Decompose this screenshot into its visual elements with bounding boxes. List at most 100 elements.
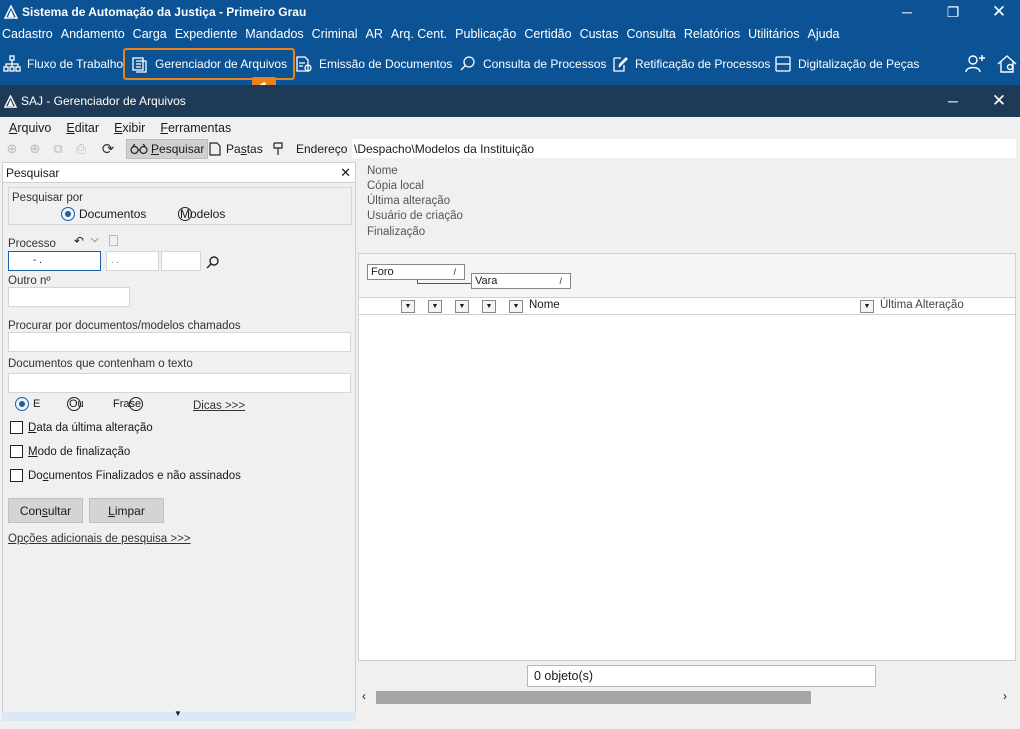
endereco-field[interactable]: \Despacho\Modelos da Instituição [352,139,1016,158]
pin-icon[interactable] [272,142,284,156]
menu-consulta[interactable]: Consulta [626,27,675,41]
folders-icon [209,142,221,156]
column-filter-2-icon[interactable]: ▼ [428,300,442,313]
new-document-icon[interactable]: ⊕ [4,141,20,157]
gerenciador-arquivos-button[interactable]: Gerenciador de Arquivos [123,48,296,80]
menu-cadastro[interactable]: Cadastro [2,27,53,41]
checkbox-data-ultima-label: Data da última alteração [28,422,153,434]
menu-andamento[interactable]: Andamento [61,27,125,41]
duplicate-icon[interactable]: ⧉ [50,141,66,157]
column-filter-4-icon[interactable]: ▼ [482,300,496,313]
menu-relatorios[interactable]: Relatórios [684,27,740,41]
column-filter-ultima-icon[interactable]: ▼ [860,300,874,313]
digitalizacao-pecas-button[interactable]: Digitalização de Peças [774,50,919,78]
opcoes-adicionais-link[interactable]: Opções adicionais de pesquisa >>> [8,533,191,545]
processo-label: Processo [8,238,56,250]
emissao-documentos-button[interactable]: Emissão de Documentos [295,50,452,78]
minimize-button[interactable]: ─ [884,0,930,24]
menu-custas[interactable]: Custas [580,27,619,41]
processo-field-2[interactable]: . . [106,251,159,271]
group-foro[interactable]: Foro / [367,264,465,280]
pesquisar-toggle-button[interactable]: Pesquisar [126,139,209,159]
window-close-button[interactable]: ✕ [976,89,1020,113]
fluxo-trabalho-label: Fluxo de Trabalho [27,57,124,71]
menu-utilitarios[interactable]: Utilitários [748,27,799,41]
menu-carga[interactable]: Carga [133,27,167,41]
contenham-field[interactable] [8,373,351,393]
clipboard-icon[interactable] [109,235,118,246]
group-vara[interactable]: Vara / [471,273,571,289]
consultar-button[interactable]: Con s ultar [8,498,83,523]
document-emission-icon [296,56,312,72]
column-ultima-alteracao[interactable]: Última Alteração [880,299,964,311]
horizontal-scrollbar[interactable]: ‹ › [358,689,1016,705]
user-button[interactable] [964,50,992,78]
checkbox-finalizados[interactable] [10,469,23,482]
processo-field-3[interactable] [161,251,201,271]
column-filter-3-icon[interactable]: ▼ [455,300,469,313]
collapse-arrow-icon[interactable]: ▼ [174,709,182,718]
column-nome[interactable]: Nome [529,299,560,311]
retificacao-processos-button[interactable]: Retificação de Processos [611,50,770,78]
column-filter-nome-icon[interactable]: ▼ [509,300,523,313]
menu-editar[interactable]: Editar [66,121,99,135]
detail-usuario: Usuário de criação [367,210,463,222]
search-icon[interactable] [206,255,220,269]
outro-field[interactable] [8,287,130,307]
search-process-icon [460,56,475,71]
menu-certidao[interactable]: Certidão [524,27,571,41]
menu-arq-cent[interactable]: Arq. Cent. [391,27,447,41]
search-panel-close-icon[interactable]: ✕ [340,165,351,181]
home-button[interactable] [996,50,1020,78]
menu-arquivo[interactable]: Arquivo [9,121,51,135]
app-title: Sistema de Automação da Justiça - Primei… [22,5,307,19]
radio-documentos[interactable] [61,207,75,221]
menu-expediente[interactable]: Expediente [175,27,238,41]
radio-e[interactable] [15,397,29,411]
window-minimize-button[interactable]: ─ [930,89,976,113]
processo-field-1[interactable]: - . [8,251,101,271]
contenham-label: Documentos que contenham o texto [8,358,193,370]
scroll-right-icon[interactable]: › [1003,689,1007,703]
digitalizacao-pecas-label: Digitalização de Peças [798,57,920,71]
pastas-toggle-button[interactable]: Pa s tas [206,139,266,159]
checkbox-data-ultima[interactable] [10,421,23,434]
menu-publicacao[interactable]: Publicação [455,27,516,41]
menu-ferramentas[interactable]: Ferramentas [160,121,231,135]
menu-ajuda[interactable]: Ajuda [808,27,840,41]
print-icon[interactable]: ⎙ [73,141,89,157]
search-panel: Pesquisar ✕ Pesquisar por Documentos Mod… [2,162,356,720]
chevron-down-icon[interactable]: ⌵ [91,234,99,245]
group-by-bar: Foro / Vara / [359,254,1015,298]
checkbox-modo-finalizacao-label: Modo de finalização [28,446,131,458]
emissao-documentos-label: Emissão de Documentos [319,57,453,71]
menu-criminal[interactable]: Criminal [312,27,358,41]
scrollbar-thumb[interactable] [376,691,811,704]
scroll-left-icon[interactable]: ‹ [362,689,366,703]
restore-button[interactable]: ❐ [930,0,976,24]
checkbox-modo-finalizacao[interactable] [10,445,23,458]
workflow-icon [3,55,21,72]
fluxo-trabalho-button[interactable]: Fluxo de Trabalho [3,50,123,78]
new-copy-icon[interactable]: ⊕ [27,141,43,157]
undo-icon[interactable]: ↶ [74,234,84,248]
menu-mandados[interactable]: Mandados [245,27,303,41]
menu-exibir[interactable]: Exibir [114,121,145,135]
radio-documentos-label: Documentos [79,207,147,221]
dicas-link[interactable]: Dicas >>> [193,400,245,412]
saj-logo-icon [4,5,18,19]
search-panel-footer: ▼ [2,709,356,721]
menu-ar[interactable]: AR [366,27,383,41]
radio-modelos-label: Modelos [180,207,226,221]
limpar-button[interactable]: Limpar [89,498,164,523]
close-button[interactable]: ✕ [976,0,1020,24]
procurar-field[interactable] [8,332,351,352]
window-title-bar: SAJ - Gerenciador de Arquivos ─ ✕ [0,85,1020,117]
column-filter-1-icon[interactable]: ▼ [401,300,415,313]
refresh-icon[interactable]: ⟳ [100,141,116,158]
consulta-processos-button[interactable]: Consulta de Processos [459,50,606,78]
checkbox-finalizados-label: Documentos Finalizados e não assinados [28,470,241,482]
radio-e-label: E [33,398,41,410]
search-panel-title: Pesquisar [6,165,60,180]
gerenciador-arquivos-label: Gerenciador de Arquivos [155,57,288,71]
